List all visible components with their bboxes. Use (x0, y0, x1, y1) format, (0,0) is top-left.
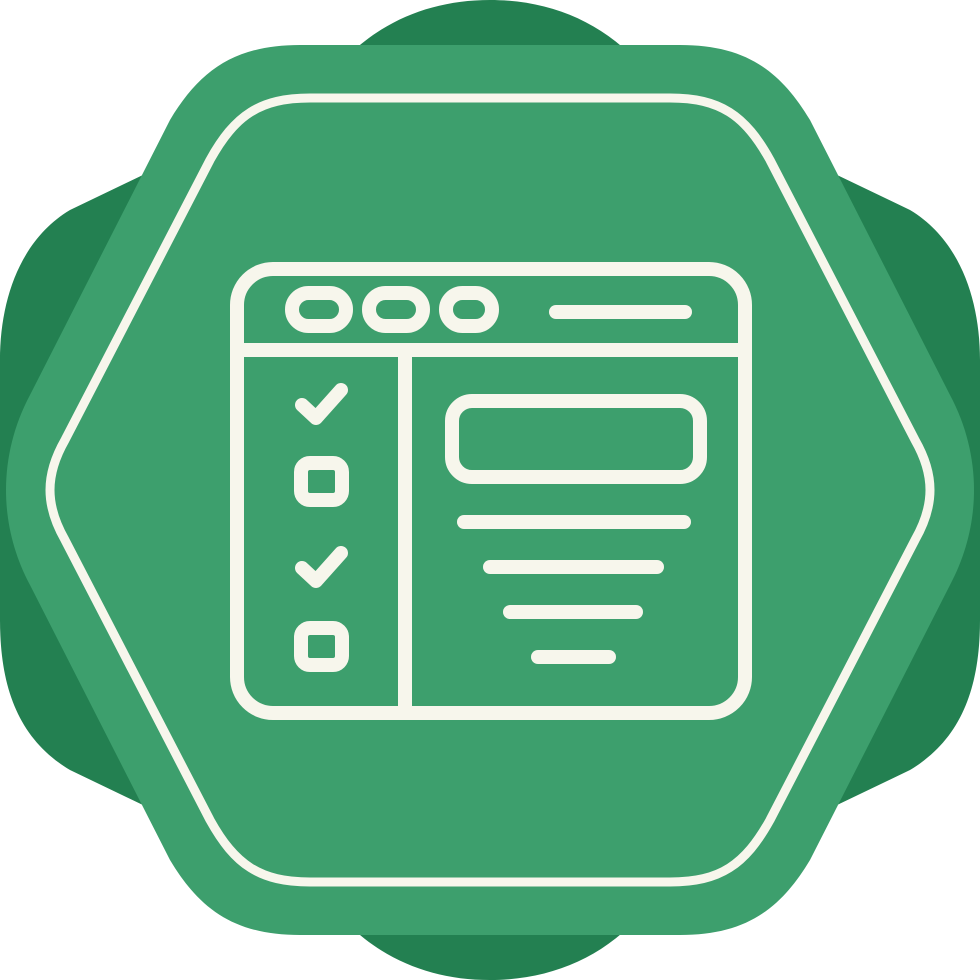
icon-canvas (0, 0, 980, 980)
badge-front-hexagon (6, 45, 974, 935)
checklist-window-badge-icon (0, 0, 980, 980)
